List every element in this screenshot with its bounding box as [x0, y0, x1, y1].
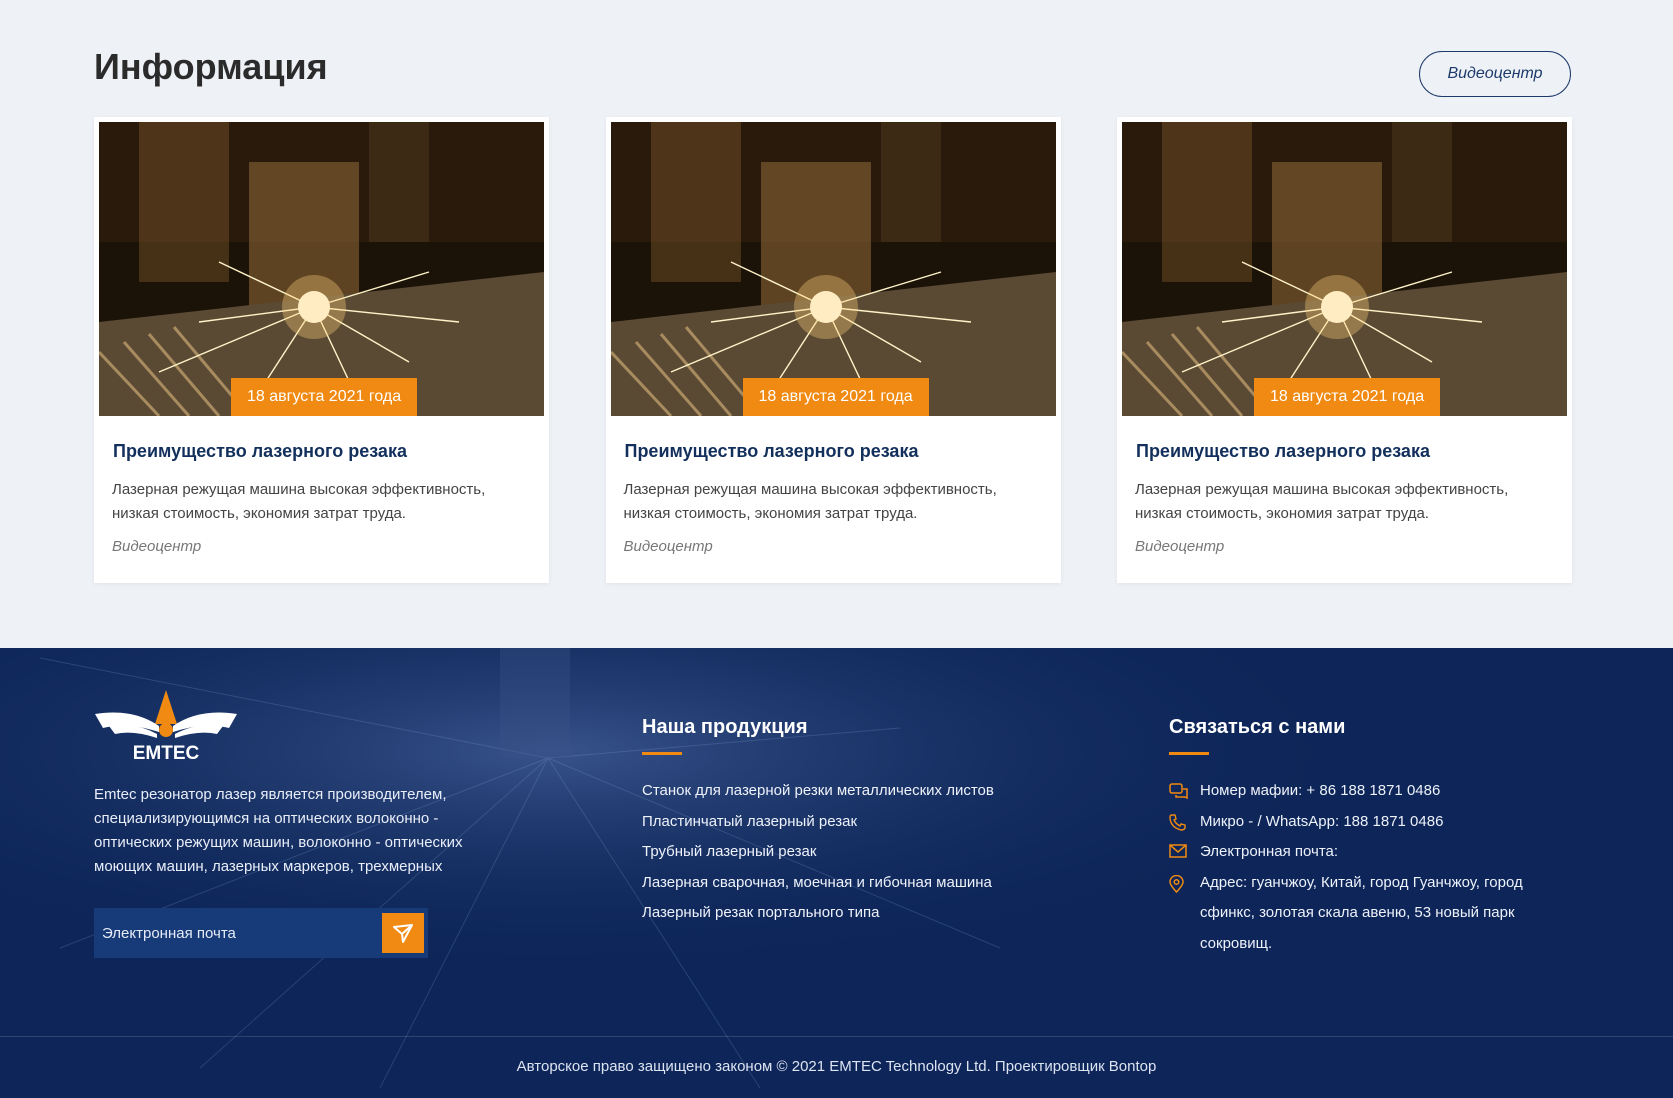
video-center-button[interactable]: Видеоцентр	[1419, 51, 1571, 97]
contact-phone: Номер мафии: + 86 188 1871 0486	[1169, 776, 1559, 807]
contact-address: Адрес: гуанчжоу, Китай, город Гуанчжоу, …	[1169, 868, 1559, 960]
contact-whatsapp: Микро - / WhatsApp: 188 1871 0486	[1169, 807, 1559, 838]
card-description: Лазерная режущая машина высокая эффектив…	[112, 481, 486, 522]
card-title[interactable]: Преимущество лазерного резака	[625, 441, 1056, 462]
products-list: Станок для лазерной резки металлических …	[642, 776, 994, 929]
news-card[interactable]: 18 августа 2021 года Преимущество лазерн…	[94, 117, 549, 583]
product-link[interactable]: Лазерная сварочная, моечная и гибочная м…	[642, 868, 994, 899]
news-cards: 18 августа 2021 года Преимущество лазерн…	[94, 117, 1572, 583]
products-underline	[642, 752, 682, 755]
news-image[interactable]: 18 августа 2021 года	[610, 122, 1056, 416]
news-image[interactable]: 18 августа 2021 года	[99, 122, 544, 416]
contacts-title: Связаться с нами	[1169, 716, 1346, 738]
contact-list: Номер мафии: + 86 188 1871 0486 Микро - …	[1169, 776, 1559, 959]
email-text[interactable]: Электронная почта:	[1200, 837, 1338, 868]
product-link[interactable]: Пластинчатый лазерный резак	[642, 807, 994, 838]
card-category[interactable]: Видеоцентр	[1135, 538, 1567, 555]
date-badge: 18 августа 2021 года	[742, 378, 929, 416]
whatsapp-text[interactable]: Микро - / WhatsApp: 188 1871 0486	[1200, 807, 1443, 838]
products-title: Наша продукция	[642, 716, 808, 738]
email-input[interactable]	[94, 924, 382, 942]
footer-divider	[0, 1036, 1673, 1037]
contact-email: Электронная почта:	[1169, 837, 1559, 868]
news-image[interactable]: 18 августа 2021 года	[1122, 122, 1567, 416]
chat-icon	[1169, 776, 1200, 807]
company-description: Emtec резонатор лазер является производи…	[94, 786, 463, 875]
date-badge: 18 августа 2021 года	[1254, 378, 1441, 416]
contacts-underline	[1169, 752, 1209, 755]
site-footer: EMTEC Emtec резонатор лазер является про…	[0, 648, 1673, 1098]
news-card[interactable]: 18 августа 2021 года Преимущество лазерн…	[605, 117, 1061, 583]
paper-plane-icon	[393, 924, 413, 943]
phone-text[interactable]: Номер мафии: + 86 188 1871 0486	[1200, 776, 1440, 807]
card-description: Лазерная режущая машина высокая эффектив…	[1135, 481, 1509, 522]
section-title: Информация	[94, 46, 328, 87]
product-link[interactable]: Станок для лазерной резки металлических …	[642, 776, 994, 807]
phone-icon	[1169, 807, 1200, 838]
subscribe-form	[94, 908, 428, 958]
logo-text: EMTEC	[133, 743, 200, 762]
date-badge: 18 августа 2021 года	[231, 378, 418, 416]
location-pin-icon	[1169, 868, 1200, 960]
information-section: Информация Видеоцентр 18 августа 2021 го…	[0, 0, 1673, 648]
mail-icon	[1169, 837, 1200, 868]
laser-cutting-photo	[610, 122, 1056, 416]
laser-cutting-photo	[99, 122, 544, 416]
laser-cutting-photo	[1122, 122, 1567, 416]
copyright: Авторское право защищено законом © 2021 …	[516, 1058, 1157, 1075]
card-category[interactable]: Видеоцентр	[624, 538, 1056, 555]
emtec-logo[interactable]: EMTEC	[93, 686, 239, 762]
card-description: Лазерная режущая машина высокая эффектив…	[623, 481, 997, 522]
card-title[interactable]: Преимущество лазерного резака	[113, 441, 544, 462]
news-card[interactable]: 18 августа 2021 года Преимущество лазерн…	[1117, 117, 1572, 583]
card-category[interactable]: Видеоцентр	[112, 538, 544, 555]
product-link[interactable]: Трубный лазерный резак	[642, 837, 994, 868]
card-title[interactable]: Преимущество лазерного резака	[1136, 441, 1567, 462]
product-link[interactable]: Лазерный резак портального типа	[642, 898, 994, 929]
address-text: Адрес: гуанчжоу, Китай, город Гуанчжоу, …	[1200, 873, 1523, 952]
send-button[interactable]	[382, 913, 424, 953]
